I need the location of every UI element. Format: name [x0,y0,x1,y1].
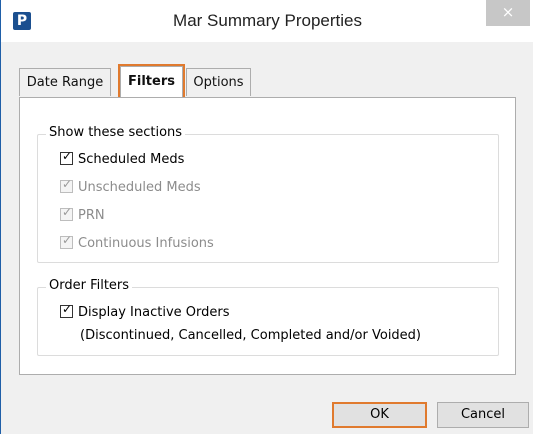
checkbox-box: ✓ [60,233,73,249]
inactive-orders-note: (Discontinued, Cancelled, Completed and/… [80,328,422,343]
checkmark-icon: ✓ [61,177,73,191]
title-bar[interactable]: P Mar Summary Properties × [1,0,533,42]
checkbox-box: ✓ [60,205,73,221]
display-inactive-orders-checkbox[interactable]: ✓ Display Inactive Orders [60,302,230,322]
unscheduled-meds-checkbox: ✓ Unscheduled Meds [60,177,201,197]
tab-date-range[interactable]: Date Range [19,68,111,96]
tab-filters[interactable]: Filters [118,64,185,100]
checkbox-label: Continuous Infusions [78,236,214,251]
checkbox-label: Scheduled Meds [78,152,185,167]
checkbox-label: Display Inactive Orders [78,305,230,320]
checkbox-box[interactable]: ✓ [60,149,73,165]
show-sections-group: Show these sections ✓ Scheduled Meds ✓ Uns… [37,125,499,263]
continuous-infusions-checkbox: ✓ Continuous Infusions [60,233,214,253]
checkbox-label: Unscheduled Meds [78,180,201,195]
checkbox-box: ✓ [60,177,73,193]
checkbox-box[interactable]: ✓ [60,302,73,318]
show-sections-title: Show these sections [46,125,186,140]
tab-options[interactable]: Options [186,68,251,96]
checkmark-icon: ✓ [61,302,73,316]
filters-panel: Show these sections ✓ Scheduled Meds ✓ Uns… [19,97,516,375]
prn-checkbox: ✓ PRN [60,205,105,225]
order-filters-title: Order Filters [46,278,133,293]
close-icon[interactable]: × [486,0,530,26]
checkbox-label: PRN [78,208,105,223]
properties-dialog: P Mar Summary Properties × Date Range Fi… [0,0,533,434]
checkmark-icon: ✓ [61,149,73,163]
checkmark-icon: ✓ [61,205,73,219]
window-title: Mar Summary Properties [173,11,362,30]
checkmark-icon: ✓ [61,233,73,247]
ok-button[interactable]: OK [332,402,427,428]
order-filters-group: Order Filters ✓ Display Inactive Orders (… [37,278,499,356]
cancel-button[interactable]: Cancel [437,402,529,428]
scheduled-meds-checkbox[interactable]: ✓ Scheduled Meds [60,149,185,169]
